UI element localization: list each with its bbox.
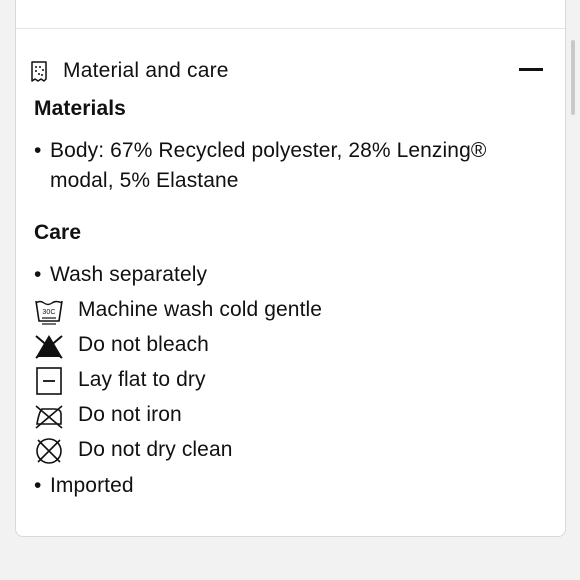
wash-temp-label: 30C [42,309,55,316]
bullet: • [34,474,42,497]
care-heading: Care [34,221,82,244]
care-text: Do not bleach [78,333,209,356]
care-text: Lay flat to dry [78,368,206,391]
do-not-bleach-icon [35,335,63,359]
scrollbar[interactable] [571,40,575,115]
care-text: Machine wash cold gentle [78,298,323,321]
collapse-minus-icon[interactable] [519,68,543,71]
care-text: Imported [50,474,134,497]
bullet: • [34,263,42,286]
do-not-iron-icon [35,405,63,429]
materials-text: Body: 67% Recycled polyester, 28% Lenzin… [50,139,487,192]
care-text: Do not dry clean [78,438,233,461]
material-care-card: Material and care Materials • Body: 67% … [15,0,566,537]
fabric-swatch-icon [31,61,47,82]
care-text: Wash separately [50,263,208,286]
do-not-dry-clean-icon [36,438,62,464]
machine-wash-30c-icon: 30C [35,300,63,325]
care-text: Do not iron [78,403,182,426]
section-title: Material and care [63,59,229,82]
lay-flat-dry-icon [36,367,62,395]
bullet: • [34,139,42,162]
material-care-accordion-header[interactable]: Material and care [16,29,565,107]
materials-heading: Materials [34,97,126,120]
